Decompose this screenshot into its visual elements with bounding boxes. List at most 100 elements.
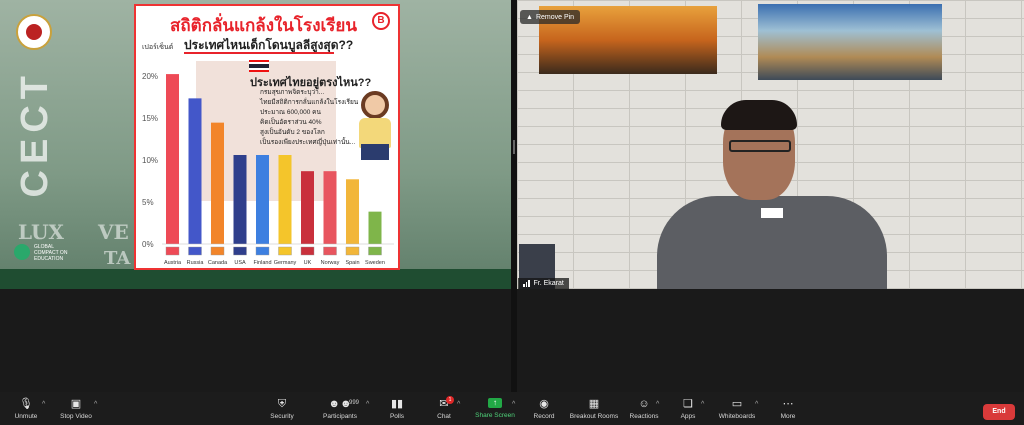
bar-canada [211,122,224,244]
apps-icon: ❏ [683,397,693,410]
share-screen-caret-icon[interactable]: ^ [512,401,515,408]
x-tick-label: Russia [187,260,205,266]
video-options-caret-icon[interactable]: ^ [94,401,97,408]
end-meeting-button[interactable]: End [983,404,1015,420]
side-text-lux: LUX [18,220,64,244]
chat-caret-icon[interactable]: ^ [457,401,460,408]
polls-label: Polls [389,412,405,420]
school-logo [16,14,52,50]
pin-icon: ▲ [526,13,533,21]
gce-logo [14,244,30,260]
cartoon-girl-skirt [361,144,389,160]
x-tick-label: UK [304,260,312,266]
unmute-label: Unmute [14,412,38,420]
unmute-button[interactable]: 🎙 Unmute [10,392,42,425]
whiteboards-caret-icon[interactable]: ^ [755,401,758,408]
bar-spain [346,179,359,244]
x-tick-label: Germany [274,260,297,266]
callout-line: ไทยมีสถิติการกลั่นแกล้งในโรงเรียน [260,99,359,106]
flag-icon-russia [188,246,202,256]
bar-sweden [368,211,382,244]
bar-finland [256,155,269,244]
participants-count: 999 [349,400,360,406]
apps-button[interactable]: ❏ Apps [676,392,700,425]
x-tick-label: Norway [321,260,340,266]
reactions-label: Reactions [629,412,659,420]
infographic-card: สถิติกลั่นแกล้งในโรงเรียน B ประเทศไหนเด็… [134,4,400,270]
shield-icon: ⛨ [277,397,287,410]
divider-grip-handle[interactable] [513,140,515,154]
flag-icon-uk [300,246,315,256]
participants-caret-icon[interactable]: ^ [366,401,369,408]
gce-logo-text: GLOBAL COMPACT ON EDUCATION [34,244,68,262]
signal-strength-icon [523,280,530,287]
reactions-caret-icon[interactable]: ^ [656,401,659,408]
side-text-ta: TA [104,248,131,269]
thai-flag-icon [249,60,269,72]
share-screen-arrow-icon: ↑ [488,398,502,408]
x-tick-label: Spain [345,260,359,266]
share-screen-button[interactable]: ↑ Share Screen [474,392,516,425]
muted-microphone-icon: 🎙 [19,397,33,410]
stop-video-label: Stop Video [60,412,92,420]
speaker-glasses [729,140,791,152]
record-circle-icon: ◉ [539,397,549,410]
polls-button[interactable]: ▮▮ Polls [385,392,409,425]
apps-caret-icon[interactable]: ^ [701,401,704,408]
callout-line: เป็นรองเพียงประเทศญี่ปุ่นเท่านั้น... [260,139,356,146]
breakout-rooms-button[interactable]: ▦ Breakout Rooms [568,392,620,425]
whiteboards-button[interactable]: ▭ Whiteboards [716,392,758,425]
participants-button[interactable]: ☻☻ Participants [320,392,360,425]
bar-usa [233,155,247,244]
callout-line: สูงเป็นอันดับ 2 ของโลก [260,129,325,136]
more-button[interactable]: ⋯ More [776,392,800,425]
video-camera-icon: ▣ [70,397,82,410]
breakout-rooms-label: Breakout Rooms [569,412,619,420]
bar-norway [323,171,337,244]
whiteboards-label: Whiteboards [718,412,756,420]
participant-name: Fr. Ekarat [533,280,564,287]
flag-icon-finland [255,246,270,256]
polls-bar-icon: ▮▮ [390,397,404,410]
speaker-hair [721,100,797,130]
callout-line: คิดเป็นอัตราส่วน 40% [260,119,322,126]
flag-icon-canada [210,246,225,256]
flag-icon-austria [165,246,180,256]
x-tick-label: Canada [208,260,228,266]
record-button[interactable]: ◉ Record [530,392,558,425]
x-tick-label: Finland [253,260,271,266]
reactions-button[interactable]: ☺ Reactions [628,392,660,425]
slide-footer-band [0,269,511,289]
shared-screen-view: CECT LUX VE TA GLOBAL COMPACT ON EDUCATI… [0,0,511,289]
audio-options-caret-icon[interactable]: ^ [42,401,45,408]
x-tick-label: USA [234,260,246,266]
participants-label: Participants [323,412,357,420]
clerical-collar [761,208,783,218]
security-label: Security [270,412,294,420]
chat-label: Chat [437,412,451,420]
remove-pin-label: Remove Pin [535,13,575,21]
security-button[interactable]: ⛨ Security [267,392,297,425]
more-label: More [780,412,796,420]
bar-russia [188,98,202,244]
callout-line: ประมาณ 600,000 คน [260,109,321,116]
ellipsis-icon: ⋯ [782,397,794,410]
chat-unread-badge: 1 [446,396,454,404]
stop-video-button[interactable]: ▣ Stop Video [58,392,94,425]
side-text-ve: VE [98,220,129,244]
bar-austria [166,74,179,244]
record-label: Record [533,412,555,420]
speaker-video[interactable] [517,0,1024,289]
participant-name-tag: Fr. Ekarat [518,278,569,289]
bridge-painting [758,4,942,80]
meeting-toolbar: 🎙 Unmute ^ ▣ Stop Video ^ ⛨ Security ☻☻ … [0,392,1024,425]
cartoon-girl-head [361,91,389,119]
flag-icon-germany [278,246,292,256]
apps-label: Apps [680,412,696,420]
flag-icon-usa [233,246,247,256]
flag-icon-spain [345,246,360,256]
remove-pin-button[interactable]: ▲ Remove Pin [520,10,581,24]
whiteboard-icon: ▭ [731,397,743,410]
smiley-icon: ☺ [638,397,650,410]
grid-rooms-icon: ▦ [588,397,600,410]
